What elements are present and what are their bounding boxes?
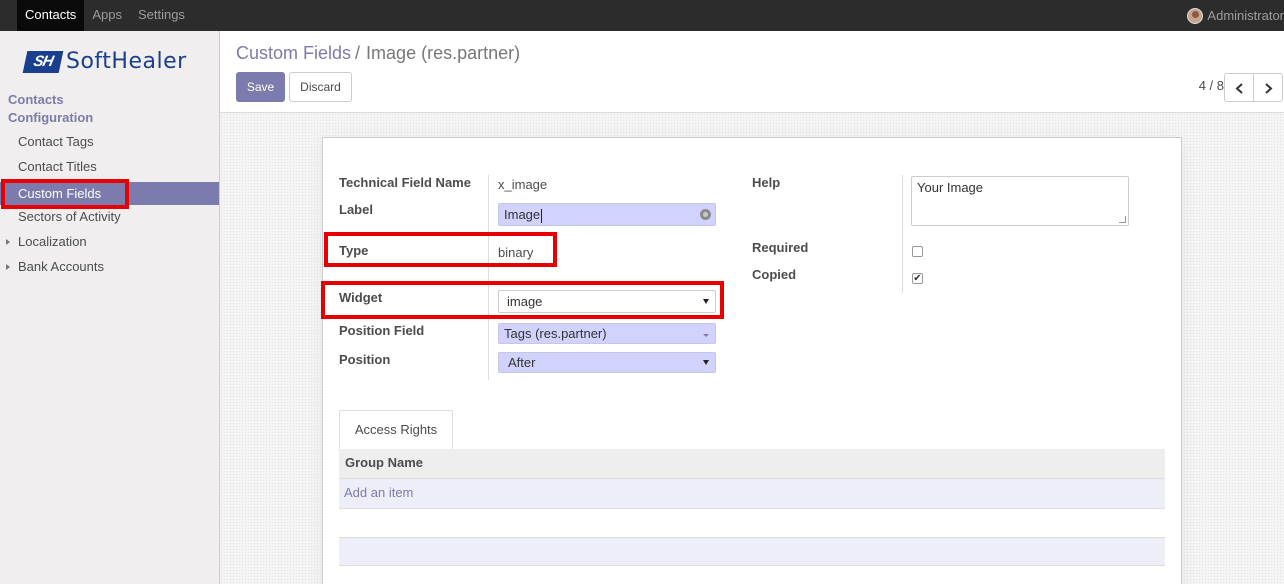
logo-mark: SH <box>22 50 64 73</box>
technical-field-name-label: Technical Field Name <box>339 175 471 190</box>
sidebar-item-contact-tags[interactable]: Contact Tags <box>0 130 219 154</box>
top-nav: Contacts Apps Settings <box>17 0 193 31</box>
help-value: Your Image <box>917 180 984 195</box>
tab-access-rights[interactable]: Access Rights <box>339 410 453 450</box>
form-sheet: Technical Field Name x_image Label Image… <box>321 137 1182 584</box>
help-label: Help <box>752 175 781 190</box>
left-group-divider <box>488 175 489 380</box>
highlight-type <box>324 232 557 267</box>
breadcrumb-current: Image (res.partner) <box>366 43 521 63</box>
copied-label: Copied <box>752 267 797 282</box>
position-value: After <box>508 355 536 370</box>
sidebar-section-configuration: Configuration <box>8 110 94 125</box>
check-icon: ✔ <box>913 273 922 284</box>
main-content: Custom Fields / Image (res.partner) Save… <box>220 31 1284 584</box>
help-textarea[interactable]: Your Image <box>911 176 1129 226</box>
sidebar-item-label: Localization <box>18 234 87 249</box>
sidebar: SH SoftHealer Contacts Configuration Con… <box>0 31 220 584</box>
breadcrumb-separator: / <box>355 43 361 63</box>
sidebar-item-contact-titles[interactable]: Contact Titles <box>0 155 219 179</box>
sidebar-item-label: Contact Tags <box>18 134 94 149</box>
copied-checkbox[interactable]: ✔ <box>912 273 923 284</box>
pager-next-button[interactable] <box>1253 73 1283 102</box>
table-header-group-name: Group Name <box>339 449 1165 479</box>
add-an-item-link[interactable]: Add an item <box>339 479 1165 509</box>
pager-value: 4 / 8 <box>1198 78 1224 93</box>
save-button[interactable]: Save <box>236 72 285 102</box>
top-bar: Contacts Apps Settings Administrator <box>0 0 1284 31</box>
sidebar-section-contacts[interactable]: Contacts <box>8 92 64 107</box>
breadcrumb: Custom Fields / Image (res.partner) <box>236 43 520 64</box>
required-checkbox[interactable] <box>912 246 923 257</box>
form-background: Technical Field Name x_image Label Image… <box>220 113 1284 584</box>
nav-apps[interactable]: Apps <box>84 0 130 31</box>
position-field-label: Position Field <box>339 323 425 338</box>
table-row <box>339 509 1165 538</box>
label-input[interactable]: Image <box>498 203 716 226</box>
sidebar-item-label: Contact Titles <box>18 159 97 174</box>
chevron-right-icon <box>1265 83 1273 94</box>
nav-contacts[interactable]: Contacts <box>17 0 85 31</box>
technical-field-name-value: x_image <box>498 177 548 192</box>
resize-handle-icon[interactable] <box>1119 216 1126 223</box>
position-label: Position <box>339 352 391 367</box>
text-cursor <box>541 208 543 223</box>
sidebar-item-localization[interactable]: Localization <box>0 230 219 254</box>
sidebar-item-bank-accounts[interactable]: Bank Accounts <box>0 255 219 279</box>
breadcrumb-parent[interactable]: Custom Fields <box>236 43 351 64</box>
label-label: Label <box>339 202 373 217</box>
avatar <box>1187 7 1204 24</box>
user-menu[interactable]: Administrator <box>1187 0 1284 31</box>
user-name: Administrator <box>1207 8 1284 23</box>
right-group-divider <box>902 175 903 293</box>
label-input-value: Image <box>504 207 541 222</box>
position-select[interactable]: After <box>498 352 716 373</box>
required-label: Required <box>752 240 809 255</box>
position-field-value: Tags (res.partner) <box>504 326 607 341</box>
chevron-down-icon <box>703 334 709 337</box>
sidebar-item-label: Sectors of Activity <box>18 209 121 224</box>
position-field-select[interactable]: Tags (res.partner) <box>498 323 716 344</box>
highlight-custom-fields <box>1 179 129 209</box>
highlight-widget <box>321 281 724 319</box>
caret-right-icon <box>6 239 10 245</box>
table-footer <box>339 537 1165 566</box>
logo-text: SoftHealer <box>66 49 187 74</box>
globe-icon[interactable] <box>700 209 711 220</box>
discard-button[interactable]: Discard <box>289 72 352 102</box>
sidebar-item-label: Bank Accounts <box>18 259 104 274</box>
chevron-left-icon <box>1235 83 1243 94</box>
pager-previous-button[interactable] <box>1224 73 1254 102</box>
nav-settings[interactable]: Settings <box>130 0 193 31</box>
caret-right-icon <box>6 264 10 270</box>
chevron-down-icon <box>703 360 709 365</box>
company-logo: SH SoftHealer <box>22 49 187 74</box>
